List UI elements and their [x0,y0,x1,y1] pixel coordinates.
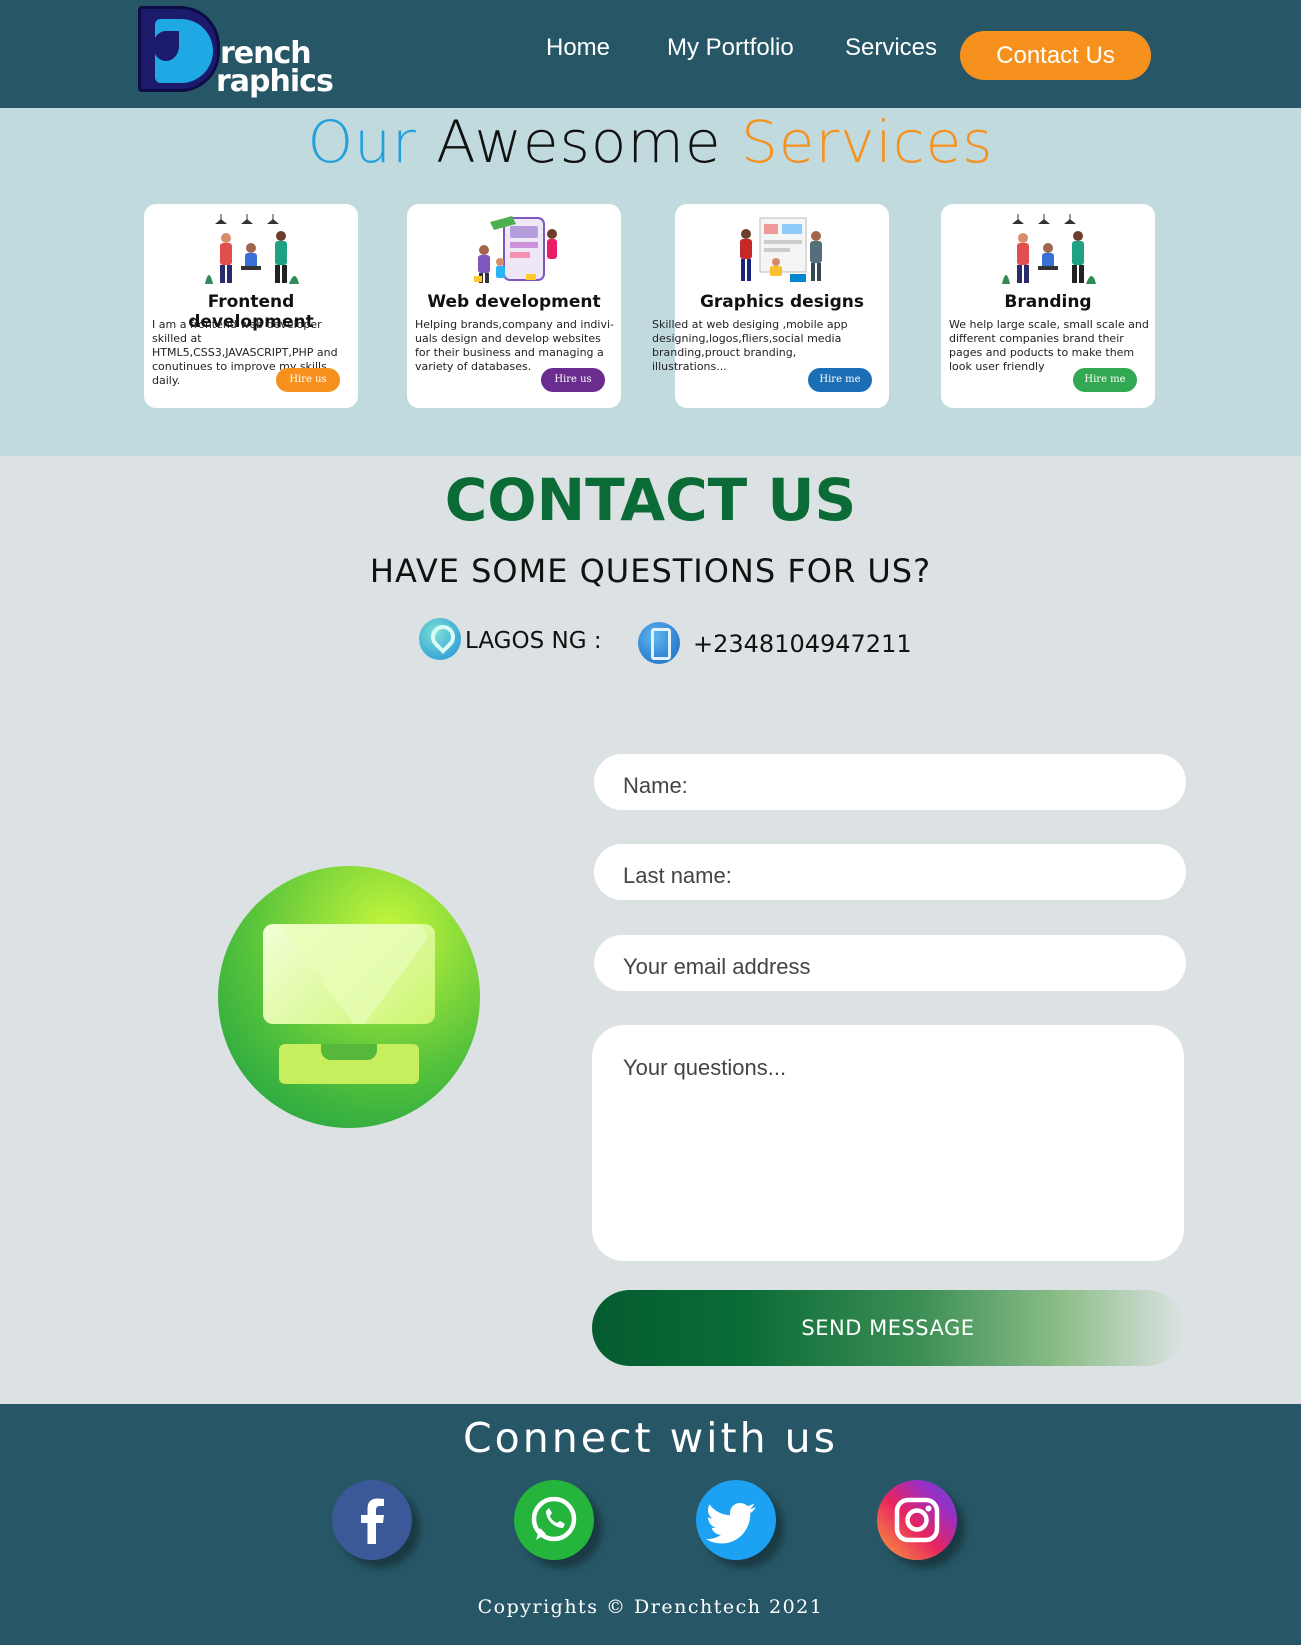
location-text: LAGOS NG : [465,628,602,654]
whatsapp-icon[interactable] [514,1480,594,1560]
instagram-icon[interactable] [877,1480,957,1560]
phone-number[interactable]: +2348104947211 [693,630,912,658]
mail-icon [218,866,480,1128]
nav-portfolio[interactable]: My Portfolio [667,34,794,62]
hire-me-button[interactable]: Hire me [808,368,872,392]
web-dev-illustration-icon [474,216,557,283]
last-name-field[interactable]: Last name: [594,844,1186,900]
services-title-awesome: Awesome [436,108,722,176]
twitter-icon[interactable] [696,1480,776,1560]
copyright-text: Copyrights © Drenchtech 2021 [477,1596,824,1618]
services-title-our: Our [307,108,417,176]
contact-title: CONTACT US [444,466,857,534]
hire-us-button[interactable]: Hire us [276,368,340,392]
questions-textarea[interactable]: Your questions... [592,1025,1184,1261]
service-card-frontend: Frontend development I am a frontend web… [144,204,358,408]
service-card-branding: Branding We help large scale, small scal… [941,204,1155,408]
nav-home[interactable]: Home [546,34,610,62]
site-header: rench raphics Home My Portfolio Services… [0,0,1301,108]
send-message-button[interactable]: SEND MESSAGE [592,1290,1184,1366]
logo[interactable]: rench raphics [138,6,338,98]
site-footer: Connect with us Copyrights © Drenchtech … [0,1404,1301,1645]
contact-subtitle: HAVE SOME QUESTIONS FOR US? [369,552,932,590]
logo-line2: raphics [216,64,334,99]
services-title: Our Awesome Services [0,108,1301,176]
service-card-graphics: Graphics designs Skilled at web desiging… [652,204,889,408]
services-section: Our Awesome Services Frontend developmen… [0,108,1301,456]
card-title: Branding [1004,292,1092,312]
phone-icon [638,622,680,664]
card-description: Skilled at web desiging ,mobile app desi… [652,318,848,373]
location-pin-icon [419,618,461,660]
nav-contact-button[interactable]: Contact Us [960,31,1151,80]
email-field[interactable]: Your email address [594,935,1186,991]
team-illustration-icon [1002,214,1096,284]
card-description: We help large scale, small scale and dif… [949,318,1149,373]
connect-heading: Connect with us [463,1414,838,1462]
hire-me-button[interactable]: Hire me [1073,368,1137,392]
nav-services[interactable]: Services [845,34,937,62]
services-title-services: Services [740,108,994,176]
card-description: Helping brands,company and indivi-uals d… [415,318,614,373]
card-title: Web development [427,292,601,312]
facebook-icon[interactable] [332,1480,412,1560]
card-title: Graphics designs [699,292,865,312]
hire-us-button[interactable]: Hire us [541,368,605,392]
name-field[interactable]: Name: [594,754,1186,810]
logo-text: rench raphics [216,39,334,97]
logo-mark-icon [138,6,220,92]
team-illustration-icon [205,214,299,284]
service-card-webdev: Web development Helping brands,company a… [407,204,621,408]
design-team-illustration-icon [740,217,822,282]
